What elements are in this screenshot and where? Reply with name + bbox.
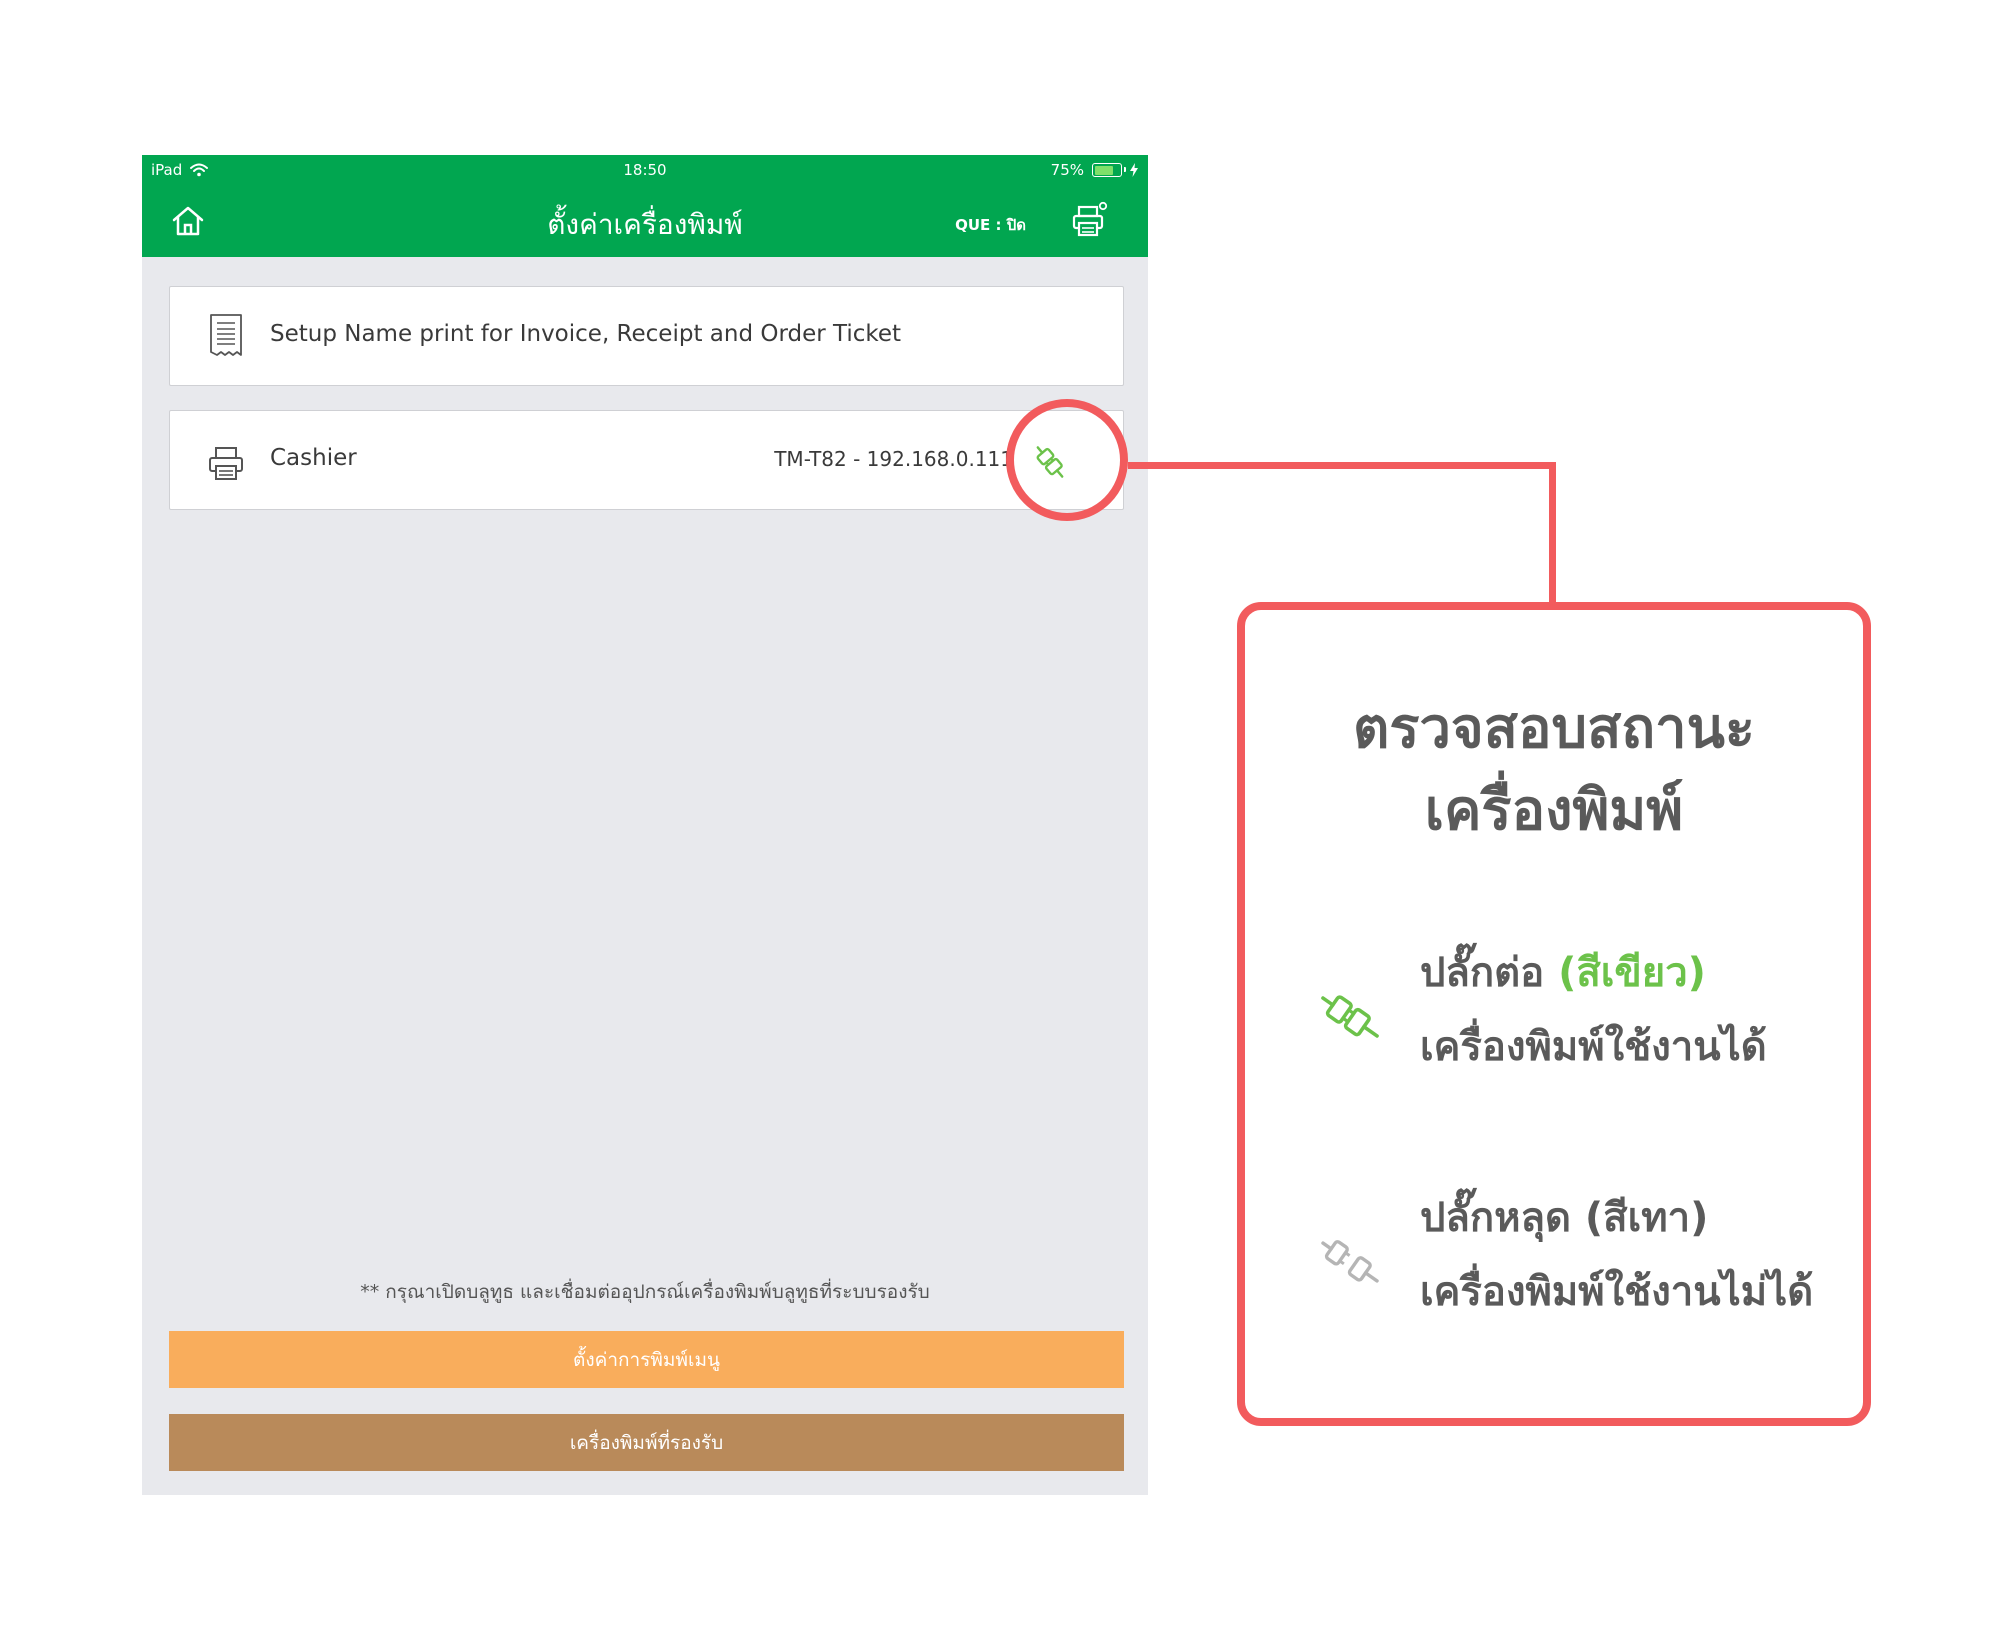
status-legend-box: ตรวจสอบสถานะ เครื่องพิมพ์ ปลั๊กต่อ (สีเข… (1237, 602, 1871, 1426)
status-bar: iPad 18:50 75% (142, 155, 1148, 185)
callout-connector-horizontal (1128, 462, 1556, 469)
queue-status[interactable]: QUE : ปิด (955, 213, 1026, 237)
cashier-label: Cashier (270, 445, 357, 471)
wifi-icon (190, 163, 209, 177)
printer-icon (209, 447, 243, 480)
bluetooth-notice: ** กรุณาเปิดบลูทูธ และเชื่อมต่ออุปกรณ์เค… (360, 1281, 930, 1303)
disconnected-label: ปลั๊กหลุด (สีเทา) (1420, 1195, 1709, 1241)
printer-model-ip: TM-T82 - 192.168.0.111 (774, 447, 1013, 471)
nav-bar: ตั้งค่าเครื่องพิมพ์ QUE : ปิด (142, 185, 1148, 257)
status-bar-left: iPad (151, 161, 209, 179)
highlight-ring (1006, 399, 1128, 521)
printer-settings-icon[interactable] (1070, 201, 1110, 239)
status-bar-right: 75% (1051, 161, 1138, 179)
legend-title: ตรวจสอบสถานะ เครื่องพิมพ์ (1245, 688, 1863, 852)
receipt-icon (210, 314, 242, 356)
callout-connector-vertical (1549, 462, 1556, 604)
setup-name-print-row[interactable]: Setup Name print for Invoice, Receipt an… (169, 286, 1124, 386)
plug-disconnected-icon (1321, 1240, 1379, 1283)
connected-color-note: (สีเขียว) (1558, 950, 1706, 996)
status-bar-time: 18:50 (623, 161, 667, 179)
battery-icon (1092, 163, 1126, 177)
connected-description: เครื่องพิมพ์ใช้งานได้ (1420, 1024, 1767, 1070)
charging-icon (1130, 163, 1138, 177)
battery-fill (1094, 165, 1114, 175)
disconnected-description: เครื่องพิมพ์ใช้งานไม่ได้ (1420, 1269, 1814, 1315)
plug-connected-icon (1321, 995, 1379, 1038)
setup-name-label: Setup Name print for Invoice, Receipt an… (270, 321, 902, 347)
legend-title-line1: ตรวจสอบสถานะ (1353, 696, 1755, 761)
connected-label: ปลั๊กต่อ (1420, 950, 1545, 996)
cashier-printer-row[interactable]: Cashier TM-T82 - 192.168.0.111 (169, 410, 1124, 510)
battery-percent: 75% (1050, 161, 1084, 179)
legend-title-line2: เครื่องพิมพ์ (1424, 778, 1684, 843)
app-screen: iPad 18:50 75% ตั้งค่าเครื่องพิมพ์ QUE:… (142, 155, 1148, 1495)
menu-print-settings-button[interactable]: ตั้งค่าการพิมพ์เมนู (169, 1331, 1124, 1388)
stage: iPad 18:50 75% ตั้งค่าเครื่องพิมพ์ QUE:… (0, 0, 2000, 1641)
device-name: iPad (151, 161, 183, 179)
supported-printers-button[interactable]: เครื่องพิมพ์ที่รองรับ (169, 1414, 1124, 1471)
connected-label-line: ปลั๊กต่อ (สีเขียว) (1420, 940, 1706, 1004)
